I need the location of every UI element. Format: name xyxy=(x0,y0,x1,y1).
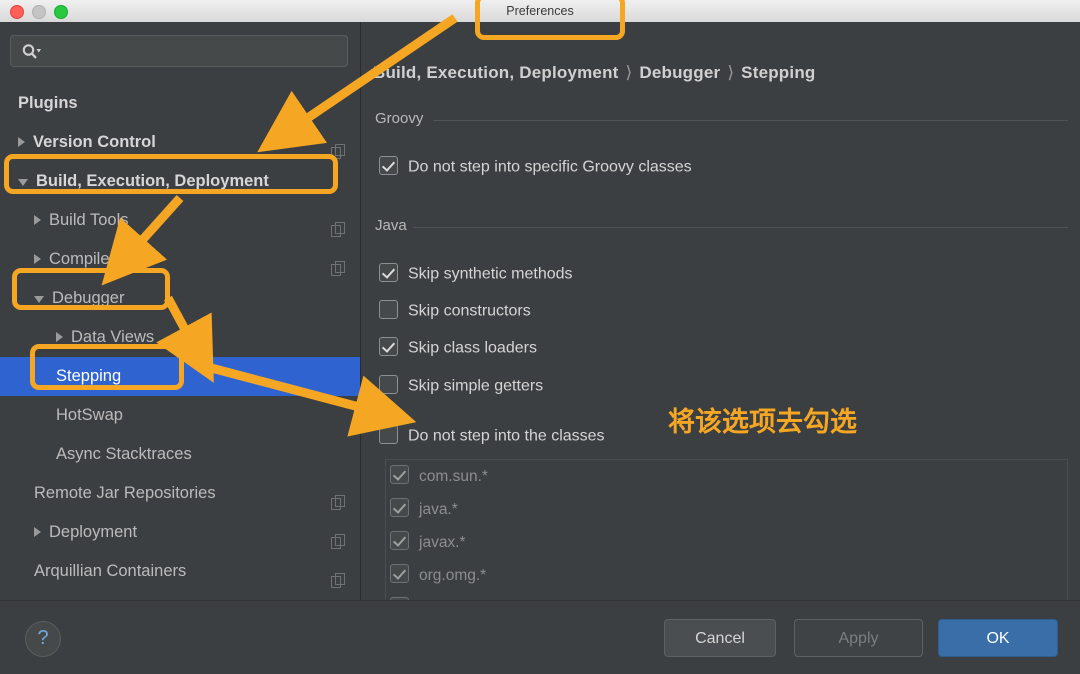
checkbox-box[interactable] xyxy=(379,300,398,319)
class-filter-row[interactable]: java.* xyxy=(386,493,1067,526)
chevron-right-icon[interactable] xyxy=(34,526,41,537)
sidebar-item-label: Arquillian Containers xyxy=(34,562,187,580)
copy-icon[interactable] xyxy=(331,525,346,549)
sidebar-item-data-views[interactable]: Data Views xyxy=(0,318,360,357)
checkbox-label: Do not step into the classes xyxy=(408,427,605,445)
sidebar-item-label: Compiler xyxy=(49,250,116,268)
checkbox-label: Skip constructors xyxy=(408,302,531,320)
checkbox-do-not-step-into-the-classes[interactable]: Do not step into the classes xyxy=(379,425,605,446)
copy-icon[interactable] xyxy=(331,486,346,510)
class-filter-label: java.* xyxy=(419,501,458,518)
search-icon xyxy=(22,44,41,59)
chevron-down-icon[interactable] xyxy=(34,296,44,304)
checkbox-label: Skip synthetic methods xyxy=(408,265,573,283)
apply-button[interactable]: Apply xyxy=(794,619,923,657)
sidebar-item-application-servers[interactable]: Application Servers xyxy=(0,591,360,600)
chevron-right-icon[interactable] xyxy=(34,253,41,264)
preferences-window: Preferences Plugins Version Control Build,… xyxy=(0,0,1080,674)
breadcrumb-part-3: Stepping xyxy=(741,63,816,82)
class-filter-label: com.sun.* xyxy=(419,468,488,485)
sidebar-item-plugins[interactable]: Plugins xyxy=(0,84,360,123)
cancel-button[interactable]: Cancel xyxy=(664,619,776,657)
sidebar-item-debugger[interactable]: Debugger xyxy=(0,279,360,318)
sidebar-item-label: Stepping xyxy=(56,367,122,385)
sidebar-item-label: Build Tools xyxy=(49,211,129,229)
copy-icon[interactable] xyxy=(331,213,346,237)
checkbox-box[interactable] xyxy=(379,263,398,282)
sidebar-item-label: Debugger xyxy=(52,289,125,307)
group-divider-groovy xyxy=(433,120,1068,121)
copy-icon[interactable] xyxy=(331,252,346,276)
sidebar-item-version-control[interactable]: Version Control xyxy=(0,123,360,162)
breadcrumb-part-2[interactable]: Debugger xyxy=(639,63,720,82)
checkbox-box[interactable] xyxy=(390,498,409,518)
checkbox-label: Skip class loaders xyxy=(408,339,537,357)
class-filter-row[interactable]: com.sun.* xyxy=(386,460,1067,493)
sidebar-item-build-tools[interactable]: Build Tools xyxy=(0,201,360,240)
checkbox-skip-simple-getters[interactable]: Skip simple getters xyxy=(379,375,544,396)
checkbox-box[interactable] xyxy=(390,465,409,485)
class-filter-row[interactable]: sun.* xyxy=(386,592,1067,600)
checkbox-box[interactable] xyxy=(379,375,398,394)
group-header-java: Java xyxy=(375,217,407,234)
group-header-groovy: Groovy xyxy=(375,110,424,127)
sidebar-item-arquillian-containers[interactable]: Arquillian Containers xyxy=(0,552,360,591)
checkbox-box[interactable] xyxy=(390,564,409,584)
ok-button[interactable]: OK xyxy=(938,619,1058,657)
class-filter-label: javax.* xyxy=(419,534,466,551)
sidebar-item-build-execution-deployment[interactable]: Build, Execution, Deployment xyxy=(0,162,360,201)
checkbox-skip-constructors[interactable]: Skip constructors xyxy=(379,300,531,321)
sidebar-item-label: Deployment xyxy=(49,523,138,541)
checkbox-skip-class-loaders[interactable]: Skip class loaders xyxy=(379,337,537,358)
chevron-down-icon[interactable] xyxy=(18,179,28,187)
checkbox-box[interactable] xyxy=(390,531,409,551)
sidebar-item-async-stacktraces[interactable]: Async Stacktraces xyxy=(0,435,360,474)
search-input[interactable] xyxy=(10,35,348,67)
help-button[interactable]: ? xyxy=(25,621,61,657)
sidebar-item-remote-jar-repositories[interactable]: Remote Jar Repositories xyxy=(0,474,360,513)
copy-icon[interactable] xyxy=(331,135,346,159)
settings-tree[interactable]: Plugins Version Control Build, Execution, … xyxy=(0,84,360,600)
sidebar-item-hotswap[interactable]: HotSwap xyxy=(0,396,360,435)
window-title: Preferences xyxy=(506,4,574,18)
excluded-classes-list[interactable]: com.sun.* java.* javax.* org.omg.* sun.* xyxy=(385,459,1068,600)
settings-sidebar: Plugins Version Control Build, Execution, … xyxy=(0,22,361,600)
sidebar-item-label: Plugins xyxy=(18,94,78,112)
sidebar-item-stepping[interactable]: Stepping xyxy=(0,357,360,396)
sidebar-item-label: Version Control xyxy=(33,133,156,151)
sidebar-item-label: Remote Jar Repositories xyxy=(34,484,216,502)
dialog-body: Plugins Version Control Build, Execution, … xyxy=(0,22,1080,600)
breadcrumb-part-1[interactable]: Build, Execution, Deployment xyxy=(373,63,619,82)
breadcrumb-separator-2: ⟩ xyxy=(727,63,735,82)
class-filter-row[interactable]: org.omg.* xyxy=(386,559,1067,592)
copy-icon[interactable] xyxy=(331,564,346,588)
sidebar-item-label: Data Views xyxy=(71,328,155,346)
checkbox-do-not-step-into-specific-groovy-classes[interactable]: Do not step into specific Groovy classes xyxy=(379,156,692,177)
group-divider-java xyxy=(413,227,1068,228)
checkbox-skip-synthetic-methods[interactable]: Skip synthetic methods xyxy=(379,263,573,284)
sidebar-item-compiler[interactable]: Compiler xyxy=(0,240,360,279)
settings-content: Build, Execution, Deployment ⟩ Debugger ⟩ St… xyxy=(361,22,1080,600)
chevron-right-icon[interactable] xyxy=(18,136,25,147)
checkbox-box[interactable] xyxy=(379,425,398,444)
chevron-right-icon[interactable] xyxy=(34,214,41,225)
breadcrumb: Build, Execution, Deployment ⟩ Debugger ⟩ St… xyxy=(373,63,816,83)
sidebar-item-label: HotSwap xyxy=(56,406,123,424)
dialog-footer: ? Cancel Apply OK xyxy=(0,600,1080,674)
class-filter-label: org.omg.* xyxy=(419,567,487,584)
sidebar-item-label: Build, Execution, Deployment xyxy=(36,172,269,190)
chevron-right-icon[interactable] xyxy=(56,331,63,342)
checkbox-box[interactable] xyxy=(379,156,398,175)
breadcrumb-separator-1: ⟩ xyxy=(625,63,633,82)
sidebar-item-label: Async Stacktraces xyxy=(56,445,192,463)
checkbox-label: Do not step into specific Groovy classes xyxy=(408,158,692,176)
checkbox-label: Skip simple getters xyxy=(408,377,544,395)
window-titlebar: Preferences xyxy=(0,0,1080,23)
class-filter-row[interactable]: javax.* xyxy=(386,526,1067,559)
checkbox-box[interactable] xyxy=(379,337,398,356)
sidebar-item-deployment[interactable]: Deployment xyxy=(0,513,360,552)
